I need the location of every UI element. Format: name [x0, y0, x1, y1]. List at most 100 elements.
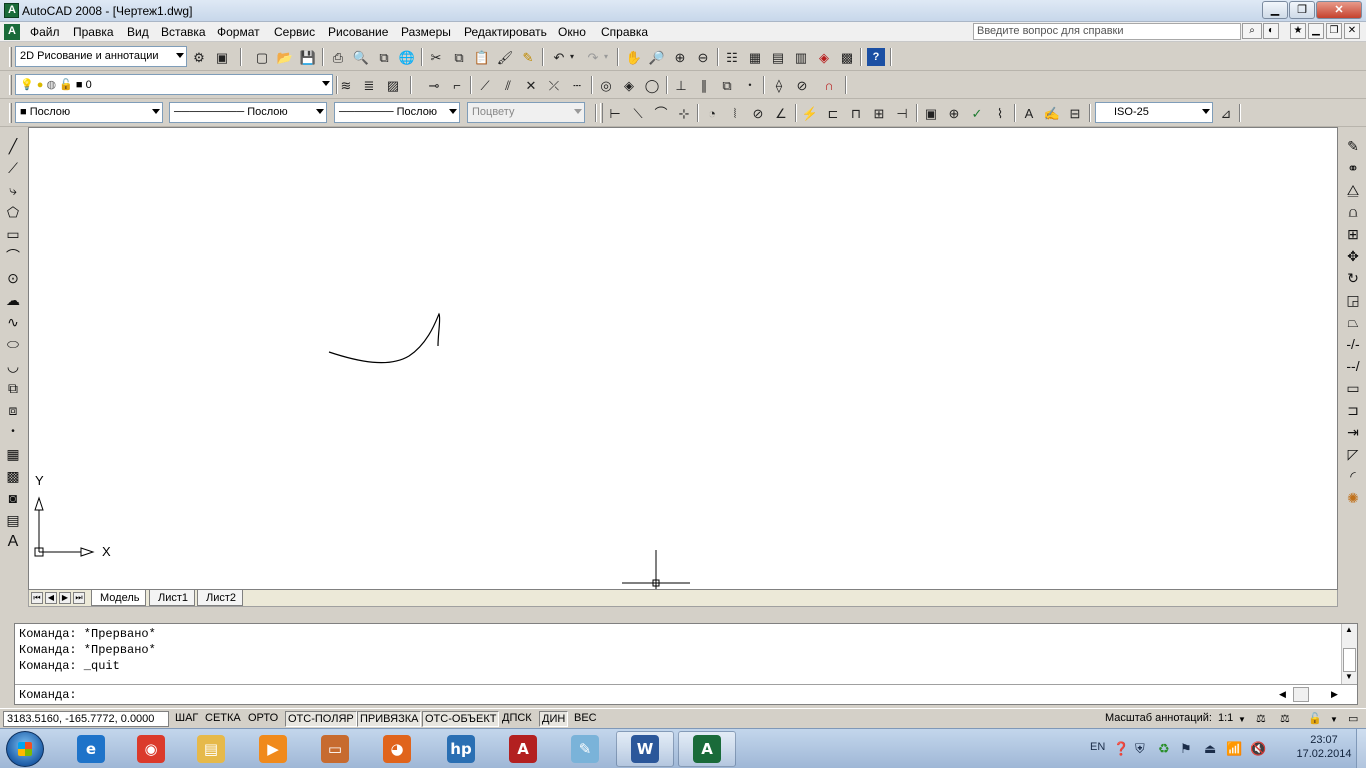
toggle-ducs[interactable]: ДПСК — [500, 711, 534, 727]
tolerance-icon[interactable]: ▣ — [922, 104, 940, 122]
menu-help[interactable]: Справка — [601, 25, 648, 39]
chamfer-icon[interactable]: ◸ — [1343, 444, 1363, 464]
break-icon[interactable]: ⊐ — [1343, 400, 1363, 420]
menu-window[interactable]: Окно — [558, 25, 586, 39]
dim-diameter-icon[interactable]: ⊘ — [749, 104, 767, 122]
clock[interactable]: 23:07 17.02.2014 — [1296, 733, 1352, 761]
layer-make-current-icon[interactable]: ≣ — [360, 76, 378, 94]
snap-nearest-icon[interactable]: ⟠ — [770, 76, 788, 94]
document-icon[interactable] — [4, 24, 20, 40]
offset-icon[interactable]: ⩍ — [1343, 202, 1363, 222]
toolbar-grip[interactable] — [9, 47, 12, 67]
taskbar-app-autocad[interactable]: A — [494, 731, 552, 767]
dim-aligned-icon[interactable]: ⟍ — [629, 104, 647, 122]
toggle-ortho[interactable]: ОРТО — [246, 711, 280, 727]
network-icon[interactable]: 📶 — [1226, 741, 1242, 757]
taskbar-app-word[interactable]: W — [616, 731, 674, 767]
tool-palettes-icon[interactable]: ▤ — [769, 48, 787, 66]
pan-icon[interactable]: ✋ — [625, 48, 643, 66]
favorites-icon[interactable]: ★ — [1290, 23, 1306, 39]
point-icon[interactable]: • — [3, 422, 23, 442]
region-icon[interactable]: ◙ — [3, 488, 23, 508]
menu-view[interactable]: Вид — [127, 25, 149, 39]
menu-tools[interactable]: Сервис — [274, 25, 315, 39]
taskbar-app-firefox[interactable]: ◕ — [368, 731, 426, 767]
paste-icon[interactable]: 📋 — [473, 48, 491, 66]
drawing-canvas[interactable]: Y X — [28, 127, 1338, 590]
layer-states-icon[interactable]: ▨ — [384, 76, 402, 94]
hscroll-thumb[interactable] — [1293, 687, 1309, 702]
snap-center-icon[interactable]: ◎ — [597, 76, 615, 94]
array-icon[interactable]: ⊞ — [1343, 224, 1363, 244]
toggle-grid[interactable]: СЕТКА — [203, 711, 243, 727]
toggle-osnap[interactable]: ПРИВЯЗКА — [357, 711, 422, 727]
snap-quadrant-icon[interactable]: ◈ — [620, 76, 638, 94]
osnap-temp-track-icon[interactable]: ⊸ — [425, 76, 443, 94]
erase-icon[interactable]: ✎ — [1343, 136, 1363, 156]
redo-dropdown-icon[interactable]: ▾ — [601, 48, 611, 66]
multiline-text-icon[interactable]: A — [3, 532, 23, 552]
hatch-icon[interactable]: ▦ — [3, 444, 23, 464]
scroll-right-icon[interactable]: ▶ — [1331, 689, 1338, 700]
properties-icon[interactable]: ☷ — [723, 48, 741, 66]
center-mark-icon[interactable]: ⊕ — [945, 104, 963, 122]
help-tray-icon[interactable]: ❓ — [1113, 741, 1129, 757]
taskbar-app-folder[interactable]: ▤ — [182, 731, 240, 767]
snap-parallel-icon[interactable]: ∥ — [695, 76, 713, 94]
zoom-window-icon[interactable]: ⊕ — [671, 48, 689, 66]
coordinates-display[interactable]: 3183.5160, -165.7772, 0.0000 — [3, 711, 169, 727]
restore-button[interactable]: ❐ — [1289, 1, 1315, 19]
minimize-button[interactable]: ▁ — [1262, 1, 1288, 19]
dim-arc-icon[interactable]: ⌒ — [652, 104, 670, 122]
drawn-curve[interactable] — [328, 312, 441, 364]
menu-edit[interactable]: Правка — [73, 25, 114, 39]
scroll-down-icon[interactable]: ▼ — [1345, 672, 1353, 681]
annotation-visibility-icon[interactable]: ⚖ — [1254, 711, 1268, 727]
circle-icon[interactable]: ⊙ — [3, 268, 23, 288]
workspace-select[interactable]: 2D Рисование и аннотации — [15, 46, 187, 67]
scale-icon[interactable]: ◲ — [1343, 290, 1363, 310]
polyline-icon[interactable]: ⤷ — [3, 180, 23, 200]
make-block-icon[interactable]: ⧈ — [3, 400, 23, 420]
menu-format[interactable]: Формат — [217, 25, 260, 39]
match-properties-icon[interactable]: 🖌 — [496, 48, 514, 66]
insert-block-icon[interactable]: ⧉ — [3, 378, 23, 398]
menu-insert[interactable]: Вставка — [161, 25, 206, 39]
dim-angular-icon[interactable]: ∠ — [772, 104, 790, 122]
taskbar-app-scanner[interactable]: ▭ — [306, 731, 364, 767]
open-file-icon[interactable]: 📂 — [276, 48, 294, 66]
extend-icon[interactable]: --/ — [1343, 356, 1363, 376]
snap-endpoint-icon[interactable]: ⟋ — [476, 76, 494, 94]
toggle-dyn[interactable]: ДИН — [539, 711, 569, 727]
spline-icon[interactable]: ∿ — [3, 312, 23, 332]
sheet-set-icon[interactable]: ▥ — [792, 48, 810, 66]
publish-icon[interactable]: ⧉ — [375, 48, 393, 66]
rotate-icon[interactable]: ↻ — [1343, 268, 1363, 288]
explode-icon[interactable]: ✺ — [1343, 488, 1363, 508]
help-icon[interactable]: ? — [867, 48, 885, 66]
break-at-point-icon[interactable]: ▭ — [1343, 378, 1363, 398]
taskbar-app-media[interactable]: ▶ — [244, 731, 302, 767]
polygon-icon[interactable]: ⬠ — [3, 202, 23, 222]
quick-dim-icon[interactable]: ⚡ — [801, 104, 819, 122]
dimstyle-manager-icon[interactable]: ⊿ — [1217, 104, 1235, 122]
design-center-icon[interactable]: ▦ — [746, 48, 764, 66]
snap-extension-icon[interactable]: ┄ — [568, 76, 586, 94]
menu-dimension[interactable]: Размеры — [401, 25, 451, 39]
new-file-icon[interactable]: ▢ — [253, 48, 271, 66]
publish-web-icon[interactable]: 🌐 — [398, 48, 416, 66]
taskbar-app-paint[interactable]: ✎ — [556, 731, 614, 767]
construction-line-icon[interactable]: ⟋ — [3, 158, 23, 178]
dim-linear-icon[interactable]: ⊢ — [606, 104, 624, 122]
snap-node-icon[interactable]: • — [741, 76, 759, 94]
scroll-left-icon[interactable]: ◀ — [1279, 689, 1286, 700]
dim-baseline-icon[interactable]: ⊏ — [824, 104, 842, 122]
toggle-otrack[interactable]: ОТС-ОБЪЕКТ — [422, 711, 500, 727]
annotation-scale-value[interactable]: 1:1 — [1216, 711, 1235, 727]
help-search-input[interactable]: Введите вопрос для справки — [973, 23, 1241, 40]
ellipse-arc-icon[interactable]: ◡ — [3, 356, 23, 376]
scroll-thumb[interactable] — [1343, 648, 1356, 672]
ellipse-icon[interactable]: ⬭ — [3, 334, 23, 354]
dim-space-icon[interactable]: ⊞ — [870, 104, 888, 122]
rectangle-icon[interactable]: ▭ — [3, 224, 23, 244]
